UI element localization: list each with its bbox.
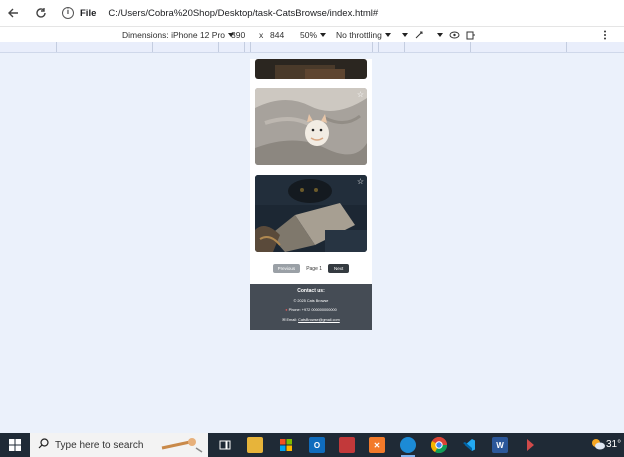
contact-footer: Contact us: © 2025 Cats Browse ● Phone: … [250,284,372,330]
url-text[interactable]: C:/Users/Cobra%20Shop/Desktop/task-CatsB… [108,8,378,19]
weather-icon[interactable] [590,437,606,454]
more-dropdown[interactable] [402,33,408,37]
cat-image [255,59,367,79]
footer-heading: Contact us: [297,288,325,294]
outlook-icon[interactable]: O [309,437,325,453]
edge-icon[interactable] [400,437,416,453]
dropdown-arrow-icon [320,33,327,37]
word-icon[interactable]: W [492,437,508,453]
dimensions-dropdown[interactable]: Dimensions: iPhone 12 Pro [122,30,235,40]
dropdown-arrow-icon [437,33,443,37]
rotate-icon[interactable] [414,30,424,40]
height-input[interactable]: 844 [270,30,284,40]
footer-email: ✉ Email: CatsBrowse@gmail.com [250,317,372,322]
dimensions-label: Dimensions: iPhone 12 Pro [122,30,226,40]
search-icon [38,438,49,452]
throttling-dropdown[interactable]: No throttling [336,30,391,40]
star-icon[interactable]: ☆ [357,91,364,99]
cat-card[interactable]: ☆ [255,88,367,165]
width-value: 390 [231,30,246,40]
options-dropdown[interactable] [437,33,443,37]
times-text: x [259,30,264,40]
file-explorer-icon[interactable] [247,437,263,453]
windows-start-icon[interactable] [9,439,21,454]
width-input[interactable]: 390 [231,30,245,40]
file-chip: File [80,7,97,19]
cat-image [255,175,367,252]
cat-card[interactable] [255,59,367,79]
reload-icon[interactable] [32,4,50,22]
capture-icon[interactable] [466,31,476,40]
back-arrow-icon[interactable] [4,4,22,22]
dropdown-arrow-icon [384,33,391,37]
store-icon[interactable] [278,437,294,453]
previous-button[interactable]: Previous [272,264,301,273]
info-icon[interactable]: i [62,7,74,19]
taskbar-search[interactable]: Type here to search [30,433,208,457]
height-value: 844 [270,30,285,40]
kebab-menu-icon[interactable] [603,30,607,40]
zoom-value: 50% [300,30,318,40]
star-icon[interactable]: ☆ [357,178,364,186]
chrome-icon[interactable] [431,437,447,453]
footer-copyright: © 2025 Cats Browse [293,299,329,303]
footer-email-link[interactable]: CatsBrowse@gmail.com [298,318,340,322]
times-sign: x [259,30,263,40]
device-viewport: ☆ ☆ Previous Page 1 Next Contact us: © 2… [250,59,372,330]
cat-card[interactable]: ☆ [255,175,367,252]
address-bar[interactable]: i File C:/Users/Cobra%20Shop/Desktop/tas… [62,7,378,19]
phone-icon: ● [285,308,288,312]
footer-email-prefix: Email: [286,318,298,322]
search-highlight-icon [160,436,204,457]
task-view-icon[interactable] [217,437,233,453]
vscode-icon[interactable] [461,437,477,453]
next-button[interactable]: Next [328,264,350,273]
media-query-ruler[interactable] [0,42,624,53]
eye-icon[interactable] [449,31,460,39]
app-icon[interactable] [522,437,538,453]
mail-icon: ✉ [282,318,286,322]
throttling-value: No throttling [336,30,382,40]
footer-phone: ● Phone: +972 000000000000 [250,308,372,312]
search-placeholder: Type here to search [55,439,144,451]
device-toolbar: Dimensions: iPhone 12 Pro 390 x 844 50% … [0,26,624,43]
footer-phone-text: Phone: +972 000000000000 [288,308,337,312]
cat-image [255,88,367,165]
dropdown-arrow-icon [402,33,408,37]
temperature-text: 31° [606,439,622,450]
zoom-dropdown[interactable]: 50% [300,30,327,40]
xampp-icon[interactable]: ✕ [369,437,385,453]
page-indicator: Page 1 [306,265,323,272]
browser-toolbar: i File C:/Users/Cobra%20Shop/Desktop/tas… [0,0,624,26]
pagination: Previous Page 1 Next [250,264,372,273]
winrar-icon[interactable] [339,437,355,453]
windows-taskbar: Type here to search O ✕ W 31° [0,433,624,457]
